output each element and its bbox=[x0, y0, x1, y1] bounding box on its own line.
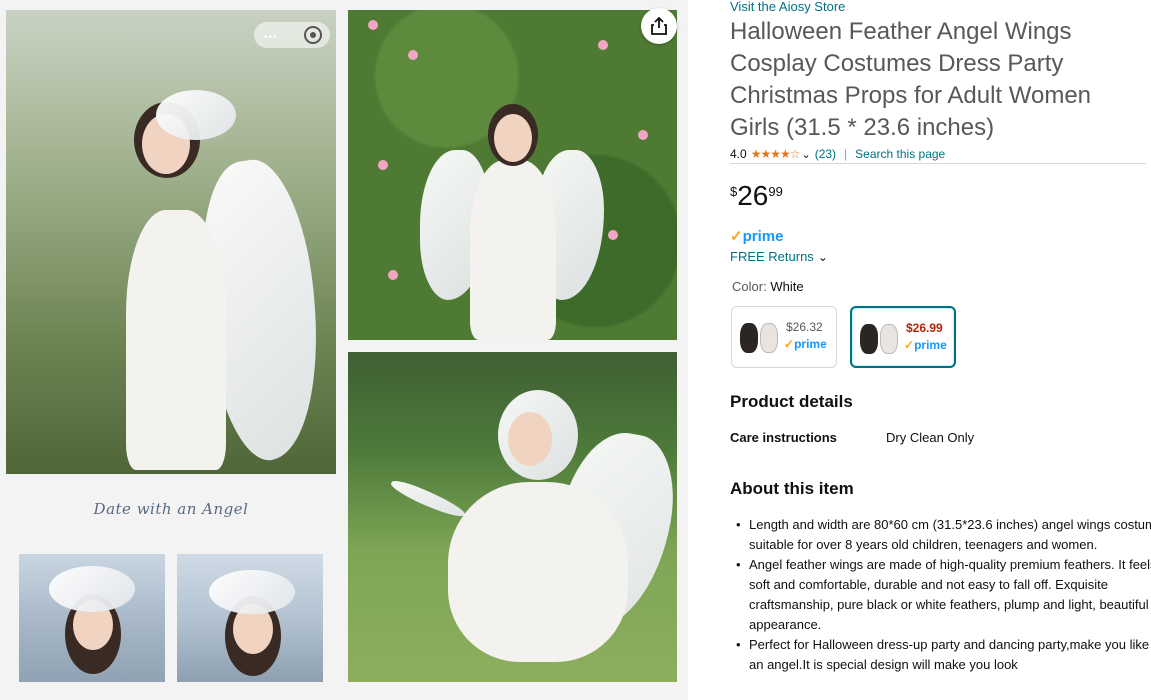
model-dress-shape bbox=[126, 210, 226, 470]
rating-row: 4.0 ★★★★☆ ⌄ (23) | Search this page bbox=[730, 147, 945, 161]
prime-check-icon: ✓ bbox=[730, 228, 743, 245]
ratings-count-link[interactable]: (23) bbox=[815, 147, 836, 161]
flower-shape bbox=[388, 270, 398, 280]
flower-shape bbox=[608, 230, 618, 240]
prime-label: prime bbox=[742, 228, 784, 245]
color-selector-label: Color: White bbox=[732, 279, 804, 294]
view-360-icon bbox=[304, 26, 322, 44]
search-this-page-link[interactable]: Search this page bbox=[855, 147, 945, 161]
flower-shape bbox=[598, 40, 608, 50]
swatch-thumbnail bbox=[860, 322, 900, 356]
store-link[interactable]: Visit the Aiosy Store bbox=[730, 0, 845, 14]
share-icon bbox=[651, 17, 667, 35]
color-value: White bbox=[770, 279, 804, 294]
chevron-down-icon: ⌄ bbox=[817, 250, 828, 264]
swatch-prime-label: prime bbox=[914, 338, 947, 352]
price-fraction: 99 bbox=[768, 184, 783, 199]
model-face-shape bbox=[508, 412, 552, 466]
detail-key: Care instructions bbox=[730, 430, 837, 445]
color-label: Color: bbox=[732, 279, 767, 294]
gallery-image-garden[interactable] bbox=[348, 10, 677, 340]
swatch-price: $26.32 bbox=[786, 320, 823, 334]
share-button[interactable] bbox=[641, 8, 677, 44]
product-title: Halloween Feather Angel Wings Cosplay Co… bbox=[730, 18, 1092, 141]
prime-check-icon: ✓ bbox=[904, 338, 915, 352]
product-details-heading: Product details bbox=[730, 392, 853, 411]
about-this-item-heading: About this item bbox=[730, 479, 854, 498]
chevron-down-icon[interactable]: ⌄ bbox=[801, 148, 810, 161]
divider bbox=[730, 163, 1146, 164]
product-image-gallery[interactable]: ••• Date with an Angel bbox=[0, 0, 688, 700]
prime-check-icon: ✓ bbox=[784, 337, 795, 351]
price-symbol: $ bbox=[730, 184, 738, 199]
flower-shape bbox=[368, 20, 378, 30]
gallery-caption: Date with an Angel bbox=[93, 500, 249, 518]
prime-badge: ✓prime bbox=[730, 227, 783, 245]
flower-shape bbox=[408, 50, 418, 60]
gallery-thumbnail-portrait-1[interactable] bbox=[19, 554, 165, 682]
swatch-prime-label: prime bbox=[794, 337, 827, 351]
view-360-toggle[interactable]: ••• bbox=[254, 22, 330, 48]
swatch-prime-badge: ✓prime bbox=[904, 338, 947, 352]
feather-quill-shape bbox=[388, 475, 468, 523]
star-rating-icon[interactable]: ★★★★☆ bbox=[751, 147, 801, 161]
flower-shape bbox=[638, 130, 648, 140]
feature-bullet: Perfect for Halloween dress-up party and… bbox=[736, 635, 1151, 675]
model-dress-shape bbox=[470, 160, 556, 340]
price-whole: 26 bbox=[737, 180, 769, 211]
flower-shape bbox=[378, 160, 388, 170]
free-returns-link[interactable]: FREE Returns ⌄ bbox=[730, 249, 828, 264]
feather-crown-shape bbox=[156, 90, 236, 140]
color-swatch-option[interactable]: $26.32 ✓prime bbox=[731, 306, 837, 368]
rating-value: 4.0 bbox=[730, 147, 747, 161]
feature-bullets: Length and width are 80*60 cm (31.5*23.6… bbox=[730, 515, 1151, 675]
model-dress-shape bbox=[448, 482, 628, 662]
gallery-thumbnail-portrait-2[interactable] bbox=[177, 554, 323, 682]
separator: | bbox=[844, 147, 848, 161]
swatch-price: $26.99 bbox=[906, 321, 943, 335]
swatch-prime-badge: ✓prime bbox=[784, 337, 827, 351]
price: $2699 bbox=[730, 180, 783, 212]
feather-crown-shape bbox=[209, 570, 295, 614]
model-face-shape bbox=[494, 114, 532, 162]
main-product-image[interactable] bbox=[6, 10, 336, 474]
feather-crown-shape bbox=[49, 566, 135, 612]
gallery-image-meadow[interactable] bbox=[348, 352, 677, 682]
color-swatch-option-selected[interactable]: $26.99 ✓prime bbox=[850, 306, 956, 368]
feature-bullet: Angel feather wings are made of high-qua… bbox=[736, 555, 1151, 635]
dots-icon: ••• bbox=[264, 32, 278, 43]
swatch-thumbnail bbox=[740, 321, 780, 355]
free-returns-label: FREE Returns bbox=[730, 249, 814, 264]
detail-value: Dry Clean Only bbox=[886, 430, 975, 445]
feature-bullet: Length and width are 80*60 cm (31.5*23.6… bbox=[736, 515, 1151, 555]
detail-row: Care instructions Dry Clean Only bbox=[730, 430, 974, 445]
